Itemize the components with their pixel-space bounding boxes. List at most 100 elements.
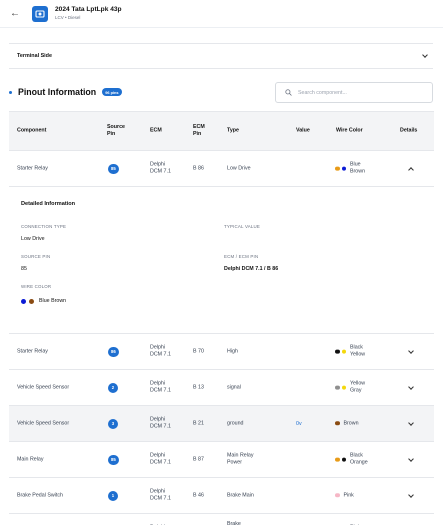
source-pin-badge: 85 <box>108 454 119 465</box>
ecm-name: DelphiDCM 7.1 <box>150 161 171 176</box>
table-row[interactable]: Vehicle Speed Sensor 2 Delphi DCM 7.1 B 13 si… <box>9 370 434 406</box>
ecm-name-line: DCM 7.1 <box>150 459 171 466</box>
wire-color-text: Brown <box>344 420 359 427</box>
vehicle-title-block: 2024 Tata LptLpk 43p LCV • Diesel <box>55 5 122 20</box>
details-toggle-button[interactable] <box>407 165 415 173</box>
col-wire-color: Wire Color <box>336 127 363 134</box>
vehicle-icon <box>32 5 48 22</box>
wire-color-swatch <box>341 457 346 462</box>
ecm-name-line: DCM 7.1 <box>150 168 171 175</box>
search-input[interactable] <box>298 89 428 96</box>
table-header: Component Source Pin ECM ECM Pin Type Valu… <box>9 111 434 151</box>
connection-type-line: High <box>227 347 238 354</box>
details-toggle-button[interactable] <box>407 383 415 392</box>
wire-color-swatch <box>335 493 340 498</box>
col-ecm: ECM <box>150 127 162 134</box>
component-name: Starter Relay <box>17 164 48 171</box>
source-pin-badge: 85 <box>108 163 119 174</box>
ecm-name: DelphiDCM 7.1 <box>150 380 171 395</box>
pinout-table: Component Source Pin ECM ECM Pin Type Valu… <box>9 111 434 525</box>
terminal-side-accordion[interactable]: Terminal Side <box>9 43 433 69</box>
wire-color: Pink <box>335 492 354 499</box>
component-name: Vehicle Speed Sensor <box>17 383 70 390</box>
wire-color-line: Yellow <box>350 380 366 387</box>
detail-wire-color: Blue Brown <box>21 298 66 304</box>
wire-color-line: Pink <box>343 491 354 498</box>
table-row[interactable]: Brake Pedal Switch 1 Delphi DCM 7.1 B 46 Brak… <box>9 478 434 514</box>
ecm-name-line: Delphi <box>150 344 166 351</box>
col-ecm-pin: ECM Pin <box>193 124 205 138</box>
connection-type-line: Low Drive <box>227 164 251 171</box>
ecm-pin: B 21 <box>193 419 204 426</box>
ecm-name-line: DCM 7.1 <box>150 351 171 358</box>
search-icon <box>285 89 292 96</box>
wire-color-text: Black Orange <box>350 452 368 467</box>
component-name: Brake Pedal Switch <box>17 491 63 498</box>
ecm-name-line: DCM 7.1 <box>150 387 171 394</box>
source-pin-value: 85 <box>21 266 27 272</box>
vehicle-subtitle: LCV • Diesel <box>55 14 81 20</box>
col-source-pin-line2: Pin <box>107 131 116 137</box>
wire-color-line: Yellow <box>350 351 366 358</box>
vehicle-title: 2024 Tata LptLpk 43p <box>55 5 122 13</box>
component-name: Vehicle Speed Sensor <box>17 419 70 426</box>
details-toggle-button[interactable] <box>407 491 415 500</box>
ecm-pin-label: ECM / ECM PIN <box>224 254 259 259</box>
wire-color-swatch <box>335 349 340 354</box>
col-value: Value <box>296 127 310 134</box>
details-toggle-button[interactable] <box>407 455 415 464</box>
wire-color-swatch <box>335 457 340 462</box>
connection-type-label: CONNECTION TYPE <box>21 224 67 229</box>
wire-color-line: Brown <box>343 419 359 426</box>
wire-color: Blue Brown <box>335 161 365 176</box>
table-row[interactable]: Main Relay 85 Delphi DCM 7.1 B 87 Main Relay P… <box>9 442 434 478</box>
ecm-name-line: Delphi <box>150 416 166 423</box>
wire-color-swatch <box>21 298 26 304</box>
ecm-pin-value: Delphi DCM 7.1 / B 86 <box>224 266 279 272</box>
table-row[interactable]: Starter Relay 85 Delphi DCM 7.1 B 86 Low Driv… <box>9 151 434 187</box>
wire-color-line: Brown <box>350 168 366 175</box>
pinout-title: Pinout Information <box>18 87 97 97</box>
col-source-pin: Source Pin <box>107 124 125 138</box>
ecm-name-line: DCM 7.1 <box>150 495 171 502</box>
chevron-down-icon <box>422 52 428 58</box>
col-ecm-pin-line2: Pin <box>193 131 202 137</box>
col-type: Type <box>227 127 239 134</box>
wire-color-label: WIRE COLOR <box>21 284 52 289</box>
chevron-down-icon <box>408 455 414 462</box>
connection-type: High <box>227 348 238 355</box>
chevron-down-icon <box>408 347 414 354</box>
ecm-name: DelphiDCM 7.1 <box>150 452 171 467</box>
wire-color-text: Black Yellow <box>350 344 365 359</box>
ecm-name-line: Delphi <box>150 452 166 459</box>
connection-type: Main Relay Power <box>227 452 254 467</box>
details-toggle-button[interactable] <box>407 347 415 356</box>
ecm-name: DelphiDCM 7.1 <box>150 416 171 431</box>
connection-type: ground <box>227 420 244 427</box>
ecm-name: DelphiDCM 7.1 <box>150 488 171 503</box>
connection-type-line: Brake Main <box>227 491 254 498</box>
chevron-down-icon <box>408 383 414 390</box>
pin-count-badge: 96 pins <box>102 88 122 96</box>
wire-color-swatch <box>341 166 346 171</box>
table-row[interactable]: Vehicle Speed Sensor 3 Delphi DCM 7.1 B 21 gr… <box>9 406 434 442</box>
ecm-pin: B 70 <box>193 347 204 354</box>
detail-wire-color-text: Blue Brown <box>39 298 67 304</box>
source-pin-badge: 2 <box>108 382 118 393</box>
connection-type: Brake Main <box>227 492 254 499</box>
details-toggle-button[interactable] <box>407 419 415 428</box>
component-name: Starter Relay <box>17 347 48 354</box>
table-row[interactable]: Starter Relay 86 Delphi DCM 7.1 B 70 High Blac… <box>9 334 434 370</box>
wire-color: Yellow Gray <box>335 380 365 395</box>
connection-type: BrakeRedunDantSwitch <box>227 520 254 525</box>
back-arrow-icon[interactable]: ← <box>10 8 20 19</box>
source-pin-badge: 1 <box>108 490 118 501</box>
ecm-pin: B 86 <box>193 164 204 171</box>
table-row[interactable]: Brake Pedal Switch4DelphiDCM 7.1B 48Brak… <box>9 514 434 525</box>
wire-color-line: Orange <box>350 459 368 466</box>
connection-type: Low Drive <box>227 165 251 172</box>
top-bar: ← 2024 Tata LptLpk 43p LCV • Diesel <box>0 0 443 28</box>
search-box[interactable] <box>275 82 433 103</box>
ecm-pin: B 13 <box>193 383 204 390</box>
ecm-name-line: Delphi <box>150 380 166 387</box>
